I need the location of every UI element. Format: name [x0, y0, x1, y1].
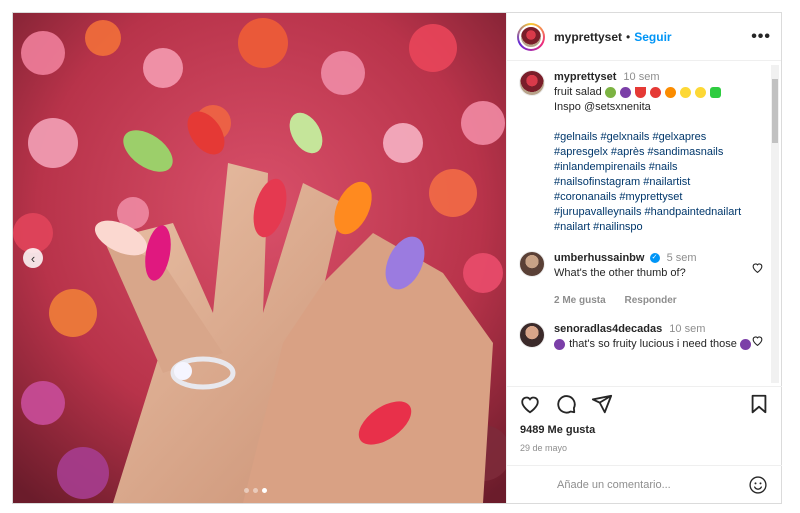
- previous-photo-button[interactable]: ‹: [23, 248, 43, 268]
- caption-emojis: [604, 86, 722, 98]
- lemon-emoji: [680, 86, 692, 98]
- comment-input[interactable]: [557, 478, 748, 491]
- carousel-dot-active: [262, 488, 267, 493]
- author-avatar[interactable]: [517, 22, 545, 51]
- orange-emoji: [665, 86, 677, 98]
- post-side-panel: myprettyset • Seguir ••• myprettyset 10 …: [506, 13, 782, 503]
- caption-hashtags[interactable]: #gelnails #gelxnails #gelxapres #apresge…: [554, 131, 741, 233]
- likes-count[interactable]: 9489 Me gusta: [520, 424, 595, 436]
- more-options-icon[interactable]: •••: [751, 28, 771, 46]
- comments-list[interactable]: myprettyset 10 sem fruit salad Inspo @se…: [507, 62, 782, 386]
- post-actions: [507, 386, 782, 420]
- comment-likes[interactable]: 2 Me gusta: [554, 295, 606, 306]
- kiwi-emoji: [604, 86, 616, 98]
- like-comment-heart-icon[interactable]: [751, 261, 764, 274]
- comment-item: umberhussainbw ✓ 5 sem What's the other …: [507, 235, 782, 308]
- verified-badge-icon: ✓: [649, 253, 660, 264]
- grapes-emoji: [739, 338, 751, 350]
- caption-username[interactable]: myprettyset: [554, 71, 616, 83]
- share-send-icon[interactable]: [591, 393, 613, 415]
- comment-item: senoradlas4decadas 10 sem that's so frui…: [507, 308, 782, 352]
- comment-username[interactable]: umberhussainbw: [554, 252, 644, 264]
- caption-text: fruit salad: [554, 86, 602, 98]
- post-header: myprettyset • Seguir •••: [507, 13, 781, 61]
- green-square-emoji: [710, 86, 722, 98]
- commenter-avatar[interactable]: [519, 322, 545, 348]
- caption-time[interactable]: 10 sem: [623, 71, 659, 83]
- carousel-dot: [244, 488, 249, 493]
- author-username[interactable]: myprettyset: [554, 30, 622, 44]
- caption: myprettyset 10 sem fruit salad Inspo @se…: [507, 62, 782, 235]
- comment-text: that's so fruity lucious i need those: [569, 338, 737, 350]
- caption-inspo: Inspo @setsxnenita: [554, 101, 651, 113]
- post-date[interactable]: 29 de mayo: [520, 443, 567, 453]
- comment-time[interactable]: 10 sem: [669, 323, 705, 335]
- comment-text: What's the other thumb of?: [554, 267, 686, 279]
- instagram-post: ‹ myprettyset • Seguir ••• myprettyset 1…: [12, 12, 782, 504]
- caption-avatar[interactable]: [519, 70, 545, 96]
- grapes-emoji: [554, 338, 565, 350]
- comment-username[interactable]: senoradlas4decadas: [554, 323, 662, 335]
- commenter-avatar[interactable]: [519, 251, 545, 277]
- comments-scrollbar[interactable]: [771, 65, 779, 383]
- watermelon-emoji: [634, 86, 646, 98]
- grapes-emoji: [619, 86, 631, 98]
- scrollbar-thumb[interactable]: [772, 79, 778, 143]
- nails-photo: [13, 13, 506, 503]
- comment-meta: 2 Me gusta Responder: [554, 293, 754, 308]
- comment-bubble-icon[interactable]: [555, 393, 577, 415]
- like-comment-heart-icon[interactable]: [751, 334, 764, 347]
- post-photo[interactable]: ‹: [13, 13, 506, 503]
- reply-button[interactable]: Responder: [624, 295, 676, 306]
- comment-time[interactable]: 5 sem: [667, 252, 697, 264]
- save-bookmark-icon[interactable]: [748, 393, 770, 415]
- emoji-picker-icon[interactable]: [748, 475, 768, 495]
- strawberry-emoji: [649, 86, 661, 98]
- add-comment-bar: [507, 465, 782, 503]
- carousel-dot: [253, 488, 258, 493]
- carousel-dots: [244, 488, 267, 493]
- like-heart-icon[interactable]: [519, 393, 541, 415]
- lemon-emoji: [695, 86, 707, 98]
- follow-button[interactable]: Seguir: [634, 30, 671, 44]
- separator-dot: •: [626, 29, 631, 44]
